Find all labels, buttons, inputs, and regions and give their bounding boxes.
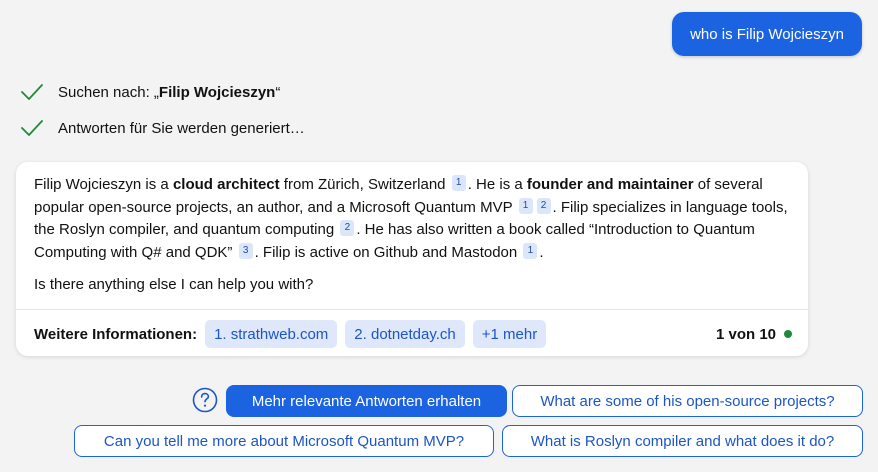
generating-text: Antworten für Sie werden generiert… <box>58 119 305 137</box>
answer-segment: . He is a <box>467 176 527 193</box>
user-message-bubble: who is Filip Wojcieszyn <box>672 12 862 56</box>
status-dot <box>784 330 792 338</box>
checkmark-icon <box>21 84 43 100</box>
answer-segment: Filip Wojcieszyn is a <box>34 176 173 193</box>
suggestion-quantum-mvp[interactable]: Can you tell me more about Microsoft Qua… <box>74 425 494 457</box>
question-icon[interactable] <box>192 387 218 413</box>
more-info-label: Weitere Informationen: <box>34 325 198 343</box>
answer-segment: . <box>539 243 544 261</box>
button-label: What are some of his open-source project… <box>540 392 835 410</box>
citation-badge[interactable]: 1 <box>518 197 533 214</box>
more-answers-button[interactable]: Mehr relevante Antworten erhalten <box>226 385 507 417</box>
more-info-bar: Weitere Informationen: 1. strathweb.com … <box>34 320 792 348</box>
citation-badge[interactable]: 3 <box>238 242 253 259</box>
button-label: Mehr relevante Antworten erhalten <box>251 392 482 410</box>
button-label: What is Roslyn compiler and what does it… <box>530 432 835 450</box>
answer-bold: cloud architect <box>172 176 280 193</box>
counter-text: 1 von 10 <box>715 325 776 343</box>
answer-segment: from Zürich, Switzerland <box>279 176 450 193</box>
answer-bold: founder and maintainer <box>526 176 694 193</box>
source-link[interactable]: 1. strathweb.com <box>205 320 338 348</box>
source-link[interactable]: 2. dotnetday.ch <box>345 320 465 348</box>
answer-card: Filip Wojcieszyn is a cloud architect fr… <box>16 162 808 356</box>
followup-question: Is there anything else I can help you wi… <box>34 276 314 293</box>
button-label: Can you tell me more about Microsoft Qua… <box>103 432 465 450</box>
citation-badge[interactable]: 2 <box>536 197 551 214</box>
divider <box>16 309 808 310</box>
status-searching: Suchen nach: „ Filip Wojcieszyn “ <box>20 82 280 102</box>
citation-badge[interactable]: 1 <box>523 242 538 259</box>
response-counter: 1 von 10 <box>716 326 792 343</box>
checkmark-icon <box>21 120 43 136</box>
more-sources-button[interactable]: +1 mehr <box>472 320 547 348</box>
answer-segment: . Filip is active on Github and Mastodon <box>254 243 522 261</box>
suggestion-roslyn-compiler[interactable]: What is Roslyn compiler and what does it… <box>502 425 863 457</box>
search-suffix: “ <box>275 83 281 101</box>
user-message-text: who is Filip Wojcieszyn <box>690 25 844 43</box>
status-generating: Antworten für Sie werden generiert… <box>20 118 305 138</box>
search-prefix: Suchen nach: „ <box>58 83 159 101</box>
search-query: Filip Wojcieszyn <box>158 83 276 101</box>
citation-badge[interactable]: 1 <box>451 175 466 191</box>
suggestion-open-source-projects[interactable]: What are some of his open-source project… <box>512 385 863 417</box>
citation-badge[interactable]: 2 <box>340 220 355 236</box>
answer-text: Filip Wojcieszyn is a cloud architect fr… <box>16 162 808 297</box>
